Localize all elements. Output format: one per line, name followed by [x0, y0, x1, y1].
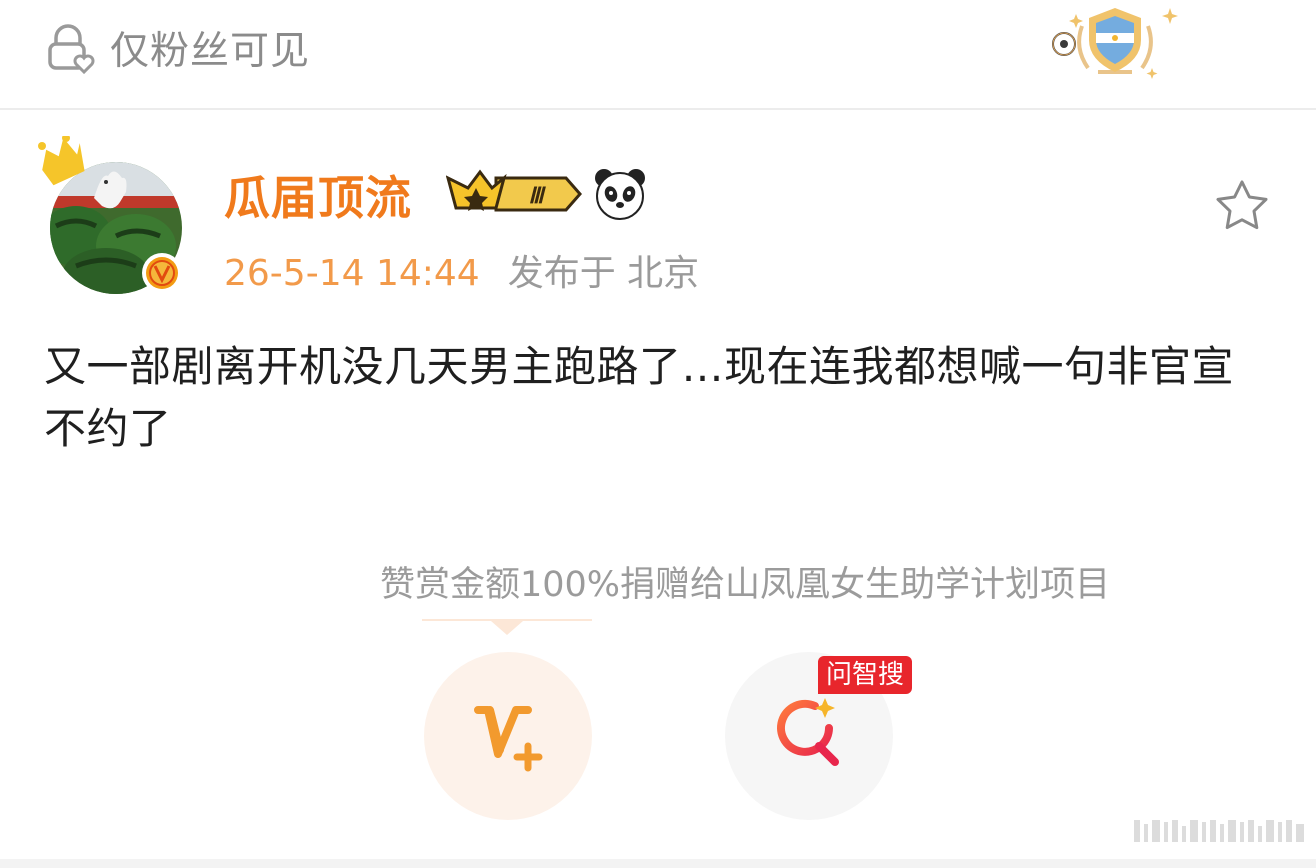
visibility-label: 仅粉丝可见: [110, 29, 311, 74]
reward-pointer: [491, 621, 523, 635]
panda-icon: [595, 169, 645, 220]
post-location: 发布于 北京: [507, 253, 700, 294]
watermark-bars: [1134, 820, 1304, 842]
avatar[interactable]: [36, 136, 186, 301]
post-time: 26-5-14 14:44: [224, 253, 480, 294]
v-plus-icon: [474, 706, 543, 772]
argentina-badge-icon[interactable]: [1048, 2, 1182, 82]
zhisou-search-icon: [777, 698, 839, 766]
reward-button[interactable]: [424, 652, 592, 820]
visibility-indicator: 仅粉丝可见: [44, 18, 310, 78]
post-text: 又一部剧离开机没几天男主跑路了…现在连我都想喊一句非官宣不约了: [44, 342, 1235, 453]
star-outline-icon[interactable]: [1212, 176, 1272, 236]
author-name[interactable]: 瓜届顶流: [224, 162, 412, 228]
bottom-separator: [0, 859, 1316, 868]
reward-text[interactable]: 赞赏金额100%捐赠给山凤凰女生助学计划项目: [380, 556, 1110, 607]
verified-v-icon: [142, 253, 182, 293]
lock-heart-icon: [48, 24, 95, 74]
post-meta: 26-5-14 14:44 发布于 北京: [224, 244, 699, 296]
zhisou-tag: 问智搜: [818, 656, 913, 694]
level-iii-badge-icon[interactable]: Ⅲ: [446, 168, 582, 220]
header-divider: [0, 108, 1316, 110]
